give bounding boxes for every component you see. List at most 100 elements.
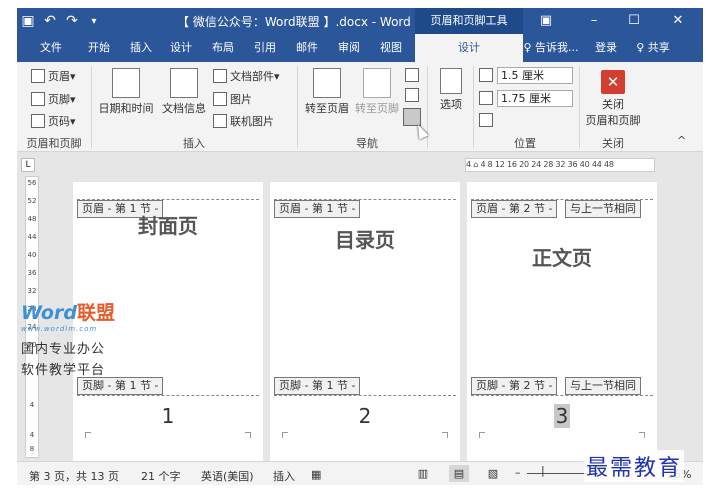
collapse-ribbon-icon[interactable]: ^ bbox=[677, 134, 686, 147]
tab-references[interactable]: 引用 bbox=[249, 34, 281, 62]
footer-position-input[interactable]: 1.75 厘米 bbox=[497, 90, 573, 107]
word-count-status[interactable]: 21 个字 bbox=[141, 468, 181, 484]
login-button[interactable]: 登录 bbox=[589, 34, 623, 62]
save-icon[interactable]: ▣ bbox=[17, 13, 39, 29]
margin-mark bbox=[282, 432, 288, 438]
group-divider bbox=[579, 66, 580, 148]
group-label-header-footer: 页眉和页脚 bbox=[26, 137, 82, 150]
margin-mark bbox=[479, 432, 485, 438]
footer-position-icon bbox=[479, 91, 496, 105]
footer-boundary bbox=[471, 395, 653, 396]
horizontal-ruler[interactable]: 4 ⌂ 4 8 12 16 20 24 28 32 36 40 44 48 bbox=[465, 158, 655, 172]
page-number-field[interactable]: 1 bbox=[73, 404, 263, 428]
close-button[interactable]: ✕ bbox=[657, 8, 699, 34]
maximize-button[interactable]: ☐ bbox=[613, 8, 655, 34]
macro-record-icon[interactable]: ▦ bbox=[311, 468, 321, 481]
margin-mark bbox=[245, 432, 251, 438]
minimize-button[interactable]: – bbox=[573, 8, 615, 34]
print-layout-icon[interactable]: ▤ bbox=[449, 465, 469, 482]
web-layout-icon[interactable]: ▧ bbox=[483, 465, 503, 482]
header-position-input[interactable]: 1.5 厘米 bbox=[497, 67, 573, 84]
document-parts-button[interactable]: 文档部件 ▾ bbox=[213, 68, 280, 84]
picture-button[interactable]: 图片 bbox=[213, 91, 252, 107]
page-3[interactable]: 页眉 - 第 2 节 - 与上一节相同 正文页 页脚 - 第 2 节 - 与上一… bbox=[467, 182, 657, 461]
tab-header-footer-design[interactable]: 设计 bbox=[415, 34, 523, 62]
page-heading: 目录页 bbox=[335, 228, 395, 252]
group-divider bbox=[473, 66, 474, 148]
picture-icon bbox=[213, 92, 227, 106]
page-number-button[interactable]: 页码 ▾ bbox=[31, 113, 76, 129]
page-count-status[interactable]: 第 3 页，共 13 页 bbox=[29, 468, 119, 484]
same-as-previous-tag: 与上一节相同 bbox=[565, 377, 641, 395]
previous-section-icon bbox=[405, 68, 419, 82]
insert-mode-status[interactable]: 插入 bbox=[273, 468, 295, 484]
options-icon bbox=[440, 68, 462, 94]
next-section-icon bbox=[405, 88, 419, 102]
zoom-slider[interactable] bbox=[527, 473, 587, 474]
tab-review[interactable]: 审阅 bbox=[333, 34, 365, 62]
group-divider bbox=[297, 66, 298, 148]
tab-home[interactable]: 开始 bbox=[83, 34, 115, 62]
tab-view[interactable]: 视图 bbox=[375, 34, 407, 62]
footer-button[interactable]: 页脚 ▾ bbox=[31, 91, 76, 107]
online-picture-icon bbox=[213, 114, 227, 128]
window-title: 【 微信公众号：Word联盟 】.docx - Word bbox=[177, 15, 411, 29]
document-info-button[interactable]: 文档信息 bbox=[159, 68, 209, 116]
options-button[interactable]: 选项 bbox=[433, 68, 469, 112]
language-status[interactable]: 英语(美国) bbox=[201, 468, 254, 484]
alignment-tab-icon bbox=[479, 113, 493, 127]
margin-mark bbox=[442, 432, 448, 438]
tab-file[interactable]: 文件 bbox=[29, 34, 73, 62]
close-x-icon: ✕ bbox=[601, 70, 625, 94]
close-header-footer-button[interactable]: ✕ 关闭 页眉和页脚 bbox=[583, 70, 643, 128]
footer-boundary bbox=[77, 395, 259, 396]
zoom-slider-thumb[interactable]: | bbox=[541, 464, 545, 477]
insert-alignment-tab-button[interactable] bbox=[479, 113, 496, 127]
page-2[interactable]: 页眉 - 第 1 节 - 目录页 页脚 - 第 1 节 - 2 bbox=[270, 182, 460, 461]
tab-mailings[interactable]: 邮件 bbox=[291, 34, 323, 62]
date-time-button[interactable]: 日期和时间 bbox=[97, 68, 155, 116]
tab-layout[interactable]: 布局 bbox=[207, 34, 239, 62]
group-label-navigation: 导航 bbox=[356, 137, 378, 150]
document-info-icon bbox=[170, 68, 198, 98]
header-button[interactable]: 页眉 ▾ bbox=[31, 68, 76, 84]
quick-access-toolbar: ▣ ↶ ↷ ▾ bbox=[17, 8, 105, 34]
page-number-field[interactable]: 3 bbox=[467, 404, 657, 428]
share-button[interactable]: ♀ 共享 bbox=[625, 34, 681, 62]
footer-section-tag: 页脚 - 第 1 节 - bbox=[77, 377, 164, 395]
tab-design[interactable]: 设计 bbox=[165, 34, 197, 62]
brand-watermark: 最需教育 bbox=[584, 450, 685, 482]
read-mode-icon[interactable]: ▥ bbox=[413, 465, 433, 482]
title-bar: ▣ ↶ ↷ ▾ 【 微信公众号：Word联盟 】.docx - Word 页眉和… bbox=[17, 8, 703, 34]
context-tab-header-footer-tools: 页眉和页脚工具 bbox=[415, 8, 523, 34]
header-section-tag: 页眉 - 第 1 节 - bbox=[274, 200, 361, 218]
header-position-icon bbox=[479, 68, 496, 82]
group-label-insert: 插入 bbox=[183, 137, 205, 150]
page-heading: 正文页 bbox=[532, 246, 592, 270]
goto-footer-button[interactable]: 转至页脚 bbox=[353, 68, 401, 116]
zoom-out-icon[interactable]: – bbox=[515, 466, 521, 479]
group-label-close: 关闭 bbox=[602, 137, 624, 150]
undo-icon[interactable]: ↶ bbox=[39, 13, 61, 29]
page-heading: 封面页 bbox=[138, 214, 198, 238]
watermark-logo: Word联盟 www.wordlm.com 国内专业办公 软件教学平台 bbox=[21, 302, 115, 378]
chevron-down-icon[interactable]: ▾ bbox=[83, 16, 105, 27]
page-number-field[interactable]: 2 bbox=[270, 404, 460, 428]
ribbon-display-options-icon[interactable]: ▣ bbox=[525, 8, 567, 34]
goto-header-button[interactable]: 转至页眉 bbox=[303, 68, 351, 116]
tab-insert[interactable]: 插入 bbox=[125, 34, 157, 62]
ribbon-tabs: 文件 开始 插入 设计 布局 引用 邮件 审阅 视图 设计 ♀ 告诉我... 登… bbox=[17, 34, 703, 62]
ribbon: 页眉 ▾ 页脚 ▾ 页码 ▾ 页眉和页脚 日期和时间 文档信息 文档部件 ▾ 图… bbox=[17, 62, 703, 152]
previous-section-button[interactable] bbox=[405, 68, 422, 82]
tab-selector[interactable]: L bbox=[21, 158, 35, 172]
goto-footer-icon bbox=[363, 68, 391, 98]
tell-me-search[interactable]: ♀ 告诉我... bbox=[515, 34, 587, 62]
redo-icon[interactable]: ↷ bbox=[61, 13, 83, 29]
header-section-tag: 页眉 - 第 2 节 - bbox=[471, 200, 558, 218]
online-picture-button[interactable]: 联机图片 bbox=[213, 113, 274, 129]
next-section-button[interactable] bbox=[405, 88, 422, 102]
document-parts-icon bbox=[213, 69, 227, 83]
document-area: L 4 ⌂ 4 8 12 16 20 24 28 32 36 40 44 48 … bbox=[17, 152, 703, 461]
same-as-previous-tag: 与上一节相同 bbox=[565, 200, 641, 218]
page-number-icon bbox=[31, 114, 45, 128]
